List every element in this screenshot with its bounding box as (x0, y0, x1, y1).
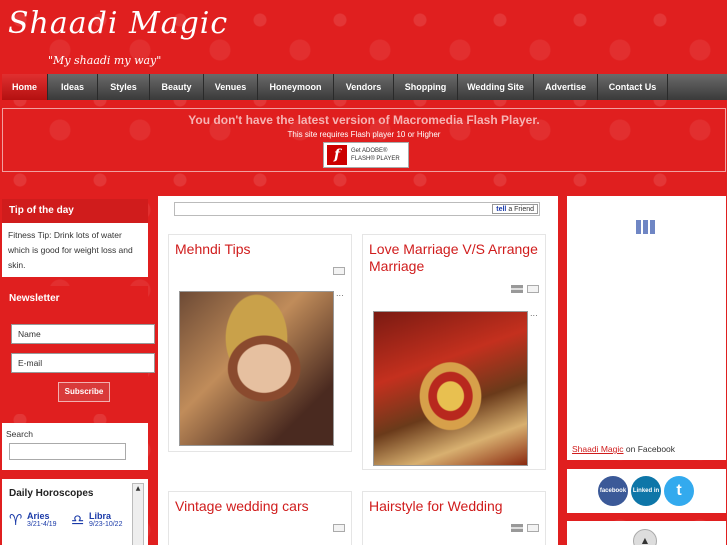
scroll-up-icon[interactable]: ▲ (633, 529, 657, 545)
tip-heading: Tip of the day (2, 199, 148, 223)
nav-item-honeymoon[interactable]: Honeymoon (258, 74, 334, 100)
horoscope-sign-libra[interactable]: ♎ Libra 9/23-10/22 (71, 511, 122, 529)
social-links: facebook Linked in t (567, 469, 726, 513)
share-bar: tell a Friend (174, 202, 540, 216)
linkedin-icon[interactable]: Linked in (631, 476, 661, 506)
flash-notice-subtitle: This site requires Flash player 10 or Hi… (287, 130, 441, 139)
sign-name: Aries (27, 511, 50, 521)
main-nav: Home Ideas Styles Beauty Venues Honeymoo… (2, 74, 727, 100)
article-title[interactable]: Vintage wedding cars (175, 498, 345, 515)
main-content: tell a Friend Mehndi Tips ... Love Marri… (158, 196, 558, 545)
nav-item-styles[interactable]: Styles (98, 74, 150, 100)
article-title[interactable]: Hairstyle for Wedding (369, 498, 539, 515)
horoscopes-scrollbar[interactable]: ▲ (132, 483, 144, 545)
tell-a-friend-label: a Friend (508, 206, 534, 213)
site-tagline: "My shaadi my way" (48, 54, 162, 67)
facebook-caption: Shaadi Magic on Facebook (572, 444, 675, 454)
scroll-widget: ▲ (567, 521, 726, 545)
tell-a-friend-button[interactable]: tell a Friend (492, 204, 538, 214)
subscribe-button[interactable]: Subscribe (58, 382, 110, 402)
nav-item-advertise[interactable]: Advertise (534, 74, 598, 100)
nav-item-venues[interactable]: Venues (204, 74, 258, 100)
nav-item-wedding-site[interactable]: Wedding Site (458, 74, 534, 100)
site-logo[interactable]: Shaadi Magic (8, 6, 228, 41)
twitter-icon[interactable]: t (664, 476, 694, 506)
print-icon[interactable] (511, 524, 523, 532)
flash-logo-icon: f (327, 145, 347, 165)
article-card: Hairstyle for Wedding (362, 491, 546, 545)
libra-icon: ♎ (71, 511, 85, 529)
article-title[interactable]: Mehndi Tips (175, 241, 345, 258)
flash-button-line1: Get ADOBE® (351, 148, 388, 154)
article-card: Vintage wedding cars (168, 491, 352, 545)
newsletter-box: Newsletter Name E-mail Subscribe (2, 286, 155, 414)
search-box: Search (2, 423, 148, 470)
flash-notice-title: You don't have the latest version of Mac… (188, 113, 540, 127)
email-icon[interactable] (333, 524, 345, 532)
horoscope-sign-aries[interactable]: ♈ Aries 3/21-4/19 (9, 511, 57, 529)
article-title[interactable]: Love Marriage V/S Arrange Marriage (369, 241, 539, 275)
sign-dates: 3/21-4/19 (27, 521, 57, 528)
article-card: Mehndi Tips ... (168, 234, 352, 452)
name-field[interactable]: Name (11, 324, 155, 344)
sign-dates: 9/23-10/22 (89, 521, 123, 528)
email-icon[interactable] (527, 285, 539, 293)
flash-button-line2: FLASH® PLAYER (351, 156, 400, 162)
facebook-icon[interactable]: facebook (598, 476, 628, 506)
flash-notice: You don't have the latest version of Mac… (2, 108, 726, 172)
tip-text: Fitness Tip: Drink lots of water which i… (8, 230, 133, 270)
horoscopes-heading: Daily Horoscopes (9, 488, 94, 499)
facebook-suffix: on Facebook (623, 444, 676, 454)
email-icon[interactable] (333, 267, 345, 275)
article-image[interactable] (373, 311, 528, 466)
get-flash-player-button[interactable]: f Get ADOBE® FLASH® PLAYER (323, 142, 409, 168)
nav-item-contact-us[interactable]: Contact Us (598, 74, 668, 100)
search-label: Search (6, 429, 33, 439)
nav-item-shopping[interactable]: Shopping (394, 74, 458, 100)
nav-item-ideas[interactable]: Ideas (48, 74, 98, 100)
tell-logo: tell (496, 206, 507, 213)
newsletter-heading: Newsletter (9, 293, 60, 304)
nav-item-vendors[interactable]: Vendors (334, 74, 394, 100)
email-icon[interactable] (527, 524, 539, 532)
email-field[interactable]: E-mail (11, 353, 155, 373)
search-input[interactable] (9, 443, 126, 460)
article-ellipsis: ... (336, 289, 344, 298)
facebook-page-link[interactable]: Shaadi Magic (572, 444, 624, 454)
scroll-up-icon[interactable]: ▲ (133, 484, 143, 494)
print-icon[interactable] (511, 285, 523, 293)
nav-item-beauty[interactable]: Beauty (150, 74, 204, 100)
article-card: Love Marriage V/S Arrange Marriage ... (362, 234, 546, 470)
facebook-widget: Shaadi Magic on Facebook (567, 196, 726, 460)
sign-name: Libra (89, 511, 112, 521)
nav-item-home[interactable]: Home (2, 74, 48, 100)
site-header: Shaadi Magic "My shaadi my way" (0, 0, 727, 74)
article-image[interactable] (179, 291, 334, 446)
loading-icon (636, 220, 655, 234)
daily-horoscopes: Daily Horoscopes ▲ ♈ Aries 3/21-4/19 ♎ L… (2, 479, 148, 545)
aries-icon: ♈ (9, 511, 23, 529)
article-ellipsis: ... (530, 309, 538, 318)
tip-of-the-day: Tip of the day Fitness Tip: Drink lots o… (2, 199, 148, 277)
